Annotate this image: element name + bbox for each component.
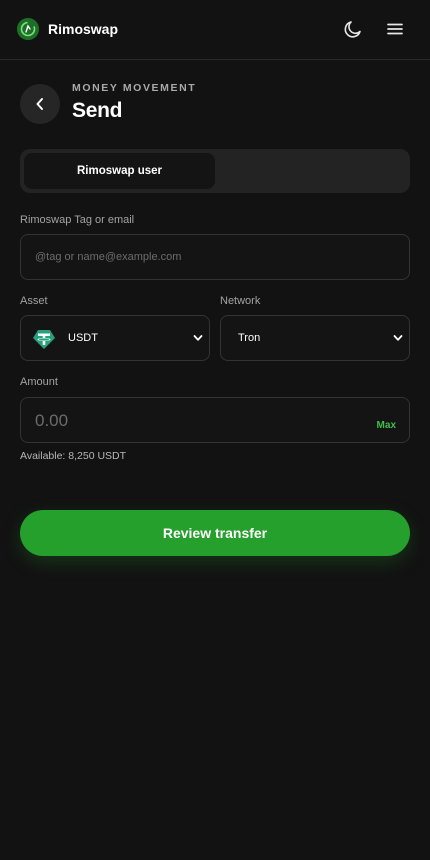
network-select[interactable]: Tron xyxy=(220,315,410,361)
recipient-input[interactable] xyxy=(35,251,409,263)
tab-rimoswap-user[interactable]: Rimoswap user xyxy=(24,153,215,189)
amount-input[interactable] xyxy=(35,408,335,434)
available-balance: Available: 8,250 USDT xyxy=(20,450,127,462)
amount-label: Amount xyxy=(20,376,58,388)
amount-field: Max xyxy=(20,397,410,443)
app-header: Rimoswap xyxy=(0,0,430,60)
recipient-label: Rimoswap Tag or email xyxy=(20,214,135,226)
moon-icon[interactable] xyxy=(341,17,365,41)
asset-label: Asset xyxy=(20,295,48,307)
page-eyebrow: MONEY MOVEMENT xyxy=(72,82,197,94)
brand-name[interactable]: Rimoswap xyxy=(48,21,118,37)
review-transfer-button[interactable]: Review transfer xyxy=(20,510,410,556)
chevron-down-icon xyxy=(193,335,203,341)
tether-icon xyxy=(33,330,55,349)
rimoswap-logo-icon xyxy=(17,18,39,40)
max-button[interactable]: Max xyxy=(377,420,396,431)
chevron-down-icon xyxy=(393,335,403,341)
hamburger-menu-icon[interactable] xyxy=(383,17,407,41)
asset-select[interactable]: USDT xyxy=(20,315,210,361)
network-value: Tron xyxy=(238,332,261,344)
recipient-type-tabs: Rimoswap user xyxy=(20,149,410,193)
page-title: Send xyxy=(72,99,123,122)
chevron-left-icon xyxy=(36,98,43,110)
tab-secondary[interactable] xyxy=(219,153,406,189)
asset-value: USDT xyxy=(68,332,98,344)
network-label: Network xyxy=(220,295,261,307)
recipient-field xyxy=(20,234,410,280)
back-button[interactable] xyxy=(20,84,60,124)
